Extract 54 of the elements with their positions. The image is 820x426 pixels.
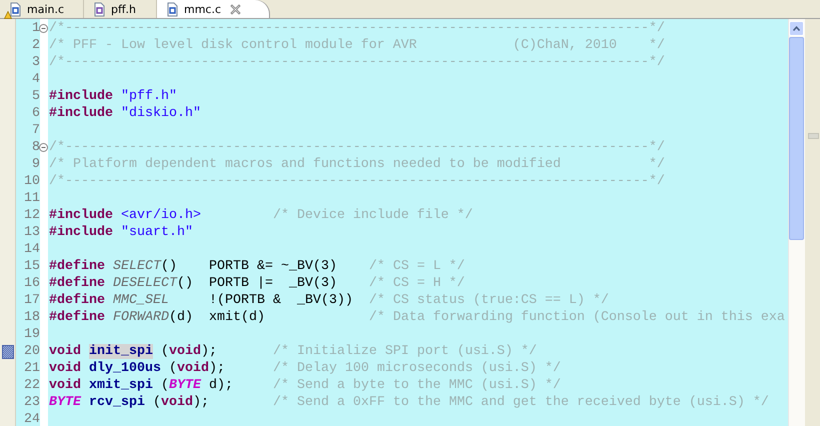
line-number: 20 (24, 344, 40, 359)
line-number: 8 (32, 140, 40, 155)
code-line: void xmit_spi (BYTE d); /* Send a byte to the MMC (usi.S) */ (49, 377, 561, 394)
code-line: /*-------------------------------------------------------------------------*/ (49, 139, 665, 156)
file-icon (92, 2, 106, 16)
line-number: 24 (24, 412, 40, 426)
line-number: 19 (24, 327, 40, 342)
line-number: 2 (32, 38, 40, 53)
code-line: void init_spi (void); /* Initialize SPI port (usi.S) */ (49, 343, 537, 360)
line-number: 22 (24, 378, 40, 393)
scroll-up-button[interactable] (789, 21, 804, 36)
code-line: /*-------------------------------------------------------------------------*/ (49, 54, 665, 71)
line-number: 14 (24, 242, 40, 257)
code-line: /*-------------------------------------------------------------------------*/ (49, 20, 665, 37)
line-number: 3 (32, 55, 40, 70)
code-line: /*-------------------------------------------------------------------------*/ (49, 173, 665, 190)
line-number: 10 (24, 174, 40, 189)
collapse-icon[interactable] (39, 24, 48, 33)
line-number: 21 (24, 361, 40, 376)
close-icon[interactable] (230, 4, 242, 14)
code-line: /* Platform dependent macros and functions needed to be modified */ (49, 156, 665, 173)
code-line: #include "suart.h" (49, 224, 193, 241)
code-line: #include <avr/io.h> /* Device include file */ (49, 207, 473, 224)
scroll-thumb[interactable] (789, 37, 804, 240)
line-number: 13 (24, 225, 40, 240)
code-line: #define DESELECT() PORTB |= _BV(3) /* CS = H */ (49, 275, 465, 292)
file-icon (165, 2, 179, 16)
marker-icon[interactable] (2, 344, 14, 358)
line-number: 7 (32, 123, 40, 138)
scrollbar[interactable] (788, 19, 805, 426)
line-number: 12 (24, 208, 40, 223)
line-number: 11 (24, 191, 40, 206)
line-number: 18 (24, 310, 40, 325)
code-line: #include "pff.h" (49, 88, 177, 105)
code-line: #include "diskio.h" (49, 105, 201, 122)
line-number: 23 (24, 395, 40, 410)
code-line: #define MMC_SEL !(PORTB & _BV(3)) /* CS status (true:CS == L) */ (49, 292, 609, 309)
code-line: void dly_100us (void); /* Delay 100 microseconds (usi.S) */ (49, 360, 561, 377)
line-number: 6 (32, 106, 40, 121)
collapse-icon[interactable] (39, 143, 48, 152)
file-icon (8, 2, 22, 16)
line-number: 5 (32, 89, 40, 104)
file-tab[interactable]: main.c (0, 0, 84, 18)
code-line: #define SELECT() PORTB &= ~_BV(3) /* CS = L */ (49, 258, 465, 275)
line-number: 17 (24, 293, 40, 308)
line-number: 15 (24, 259, 40, 274)
line-number: 4 (32, 72, 40, 87)
code-line: /* PFF - Low level disk control module for AVR (C)ChaN, 2010 */ (49, 37, 665, 54)
file-tab[interactable]: mmc.c (157, 0, 270, 18)
code-line: #define FORWARD(d) xmit(d) /* Data forwarding function (Console out in this exa (49, 309, 785, 326)
line-number: 16 (24, 276, 40, 291)
code-line: BYTE rcv_spi (void); /* Send a 0xFF to the MMC and get the received byte (usi.S) */ (49, 394, 769, 411)
line-number: 9 (32, 157, 40, 172)
line-number: 1 (32, 21, 40, 36)
